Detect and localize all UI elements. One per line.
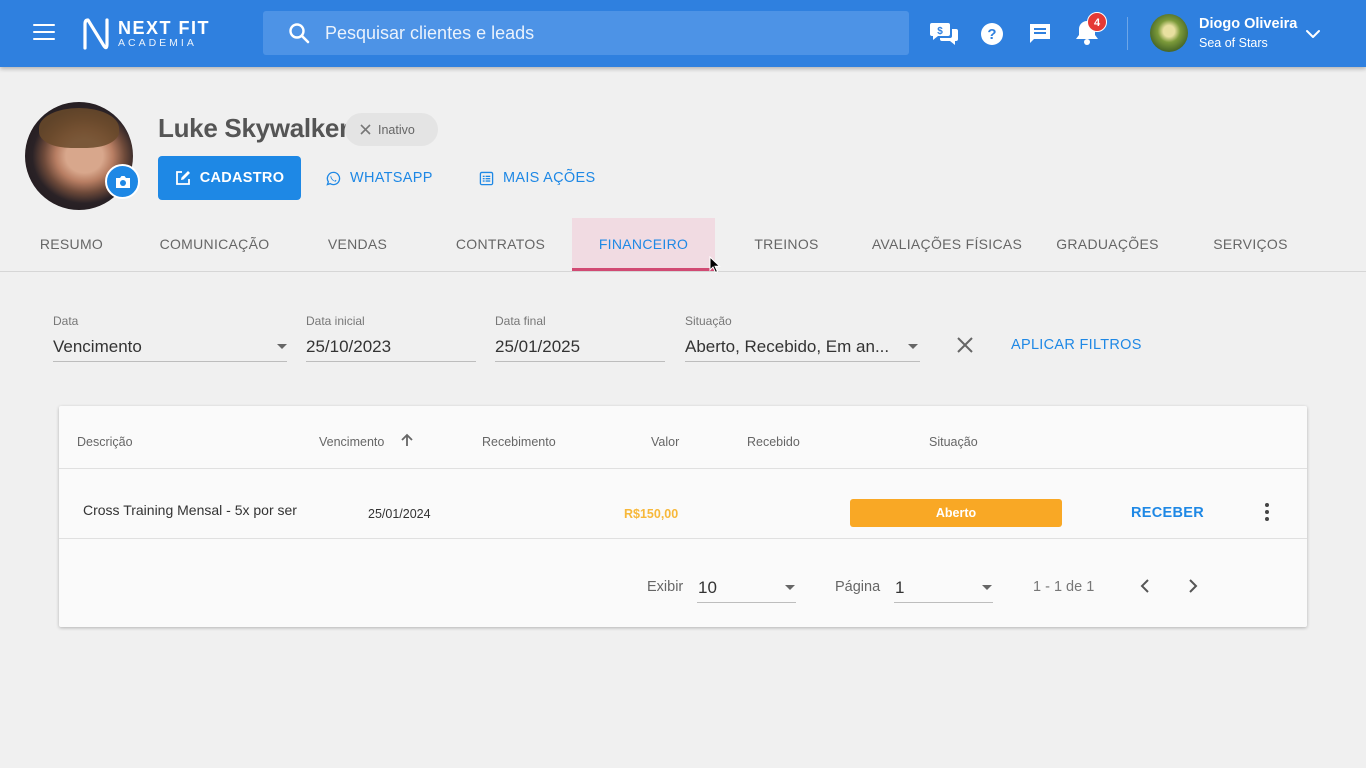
mouse-cursor-icon	[709, 256, 721, 274]
whatsapp-button[interactable]: WHATSAPP	[326, 165, 433, 191]
dropdown-arrow-icon	[908, 344, 918, 349]
filter-underline	[306, 361, 476, 362]
user-avatar[interactable]	[1150, 14, 1188, 52]
whatsapp-label: WHATSAPP	[350, 170, 433, 186]
page-size-value: 10	[698, 578, 717, 597]
column-header-situacao[interactable]: Situação	[929, 435, 978, 449]
chevron-down-icon[interactable]	[1305, 26, 1321, 42]
column-header-valor[interactable]: Valor	[651, 435, 679, 449]
filter-status-select[interactable]: Aberto, Recebido, Em an...	[685, 337, 895, 357]
page-size-label: Exibir	[647, 579, 684, 595]
page-number-label: Página	[835, 579, 881, 595]
logo-name: NEXT FIT	[118, 18, 210, 38]
filter-start-date-label: Data inicial	[306, 314, 365, 328]
page-range: 1 - 1 de 1	[1033, 579, 1095, 595]
cell-descricao: Cross Training Mensal - 5x por ser	[83, 502, 297, 518]
cell-valor: R$150,00	[624, 507, 679, 521]
page-number-select[interactable]: 1	[894, 573, 993, 603]
sort-ascending-icon[interactable]	[399, 432, 415, 448]
filter-date-type-label: Data	[53, 314, 79, 328]
status-badge: Aberto	[850, 499, 1062, 527]
tab-contratos[interactable]: CONTRATOS	[429, 218, 572, 271]
filter-underline	[685, 361, 920, 362]
more-actions-label: MAIS AÇÕES	[503, 170, 596, 186]
notification-count-badge: 4	[1087, 12, 1107, 32]
divider	[1127, 17, 1128, 50]
profile-tabs: RESUMO COMUNICAÇÃO VENDAS CONTRATOS FINA…	[0, 218, 1366, 272]
dropdown-arrow-icon	[982, 585, 992, 590]
svg-text:$: $	[937, 26, 943, 37]
tab-financeiro[interactable]: FINANCEIRO	[572, 218, 715, 271]
change-photo-button[interactable]	[105, 164, 140, 199]
camera-icon	[115, 175, 130, 188]
close-icon	[360, 124, 371, 135]
logo-mark-icon	[83, 18, 109, 50]
tab-avaliacoes-fisicas[interactable]: AVALIAÇÕES FÍSICAS	[858, 218, 1036, 271]
dropdown-arrow-icon	[277, 344, 287, 349]
client-name: Luke Skywalker	[158, 113, 349, 143]
whatsapp-icon	[326, 171, 341, 186]
filter-end-date-label: Data final	[495, 314, 546, 328]
apply-filters-button[interactable]: APLICAR FILTROS	[1011, 337, 1142, 353]
tab-comunicacao[interactable]: COMUNICAÇÃO	[143, 218, 286, 271]
message-icon[interactable]	[1028, 22, 1052, 46]
menu-icon[interactable]	[33, 24, 55, 42]
list-icon	[479, 171, 494, 185]
search-bar[interactable]: Pesquisar clientes e leads	[263, 11, 909, 55]
chevron-left-icon[interactable]	[1135, 576, 1155, 596]
row-divider	[59, 538, 1307, 539]
active-tab-indicator	[572, 268, 715, 271]
filter-start-date-input[interactable]: 25/10/2023	[306, 337, 476, 357]
cadastro-button[interactable]: CADASTRO	[158, 156, 301, 200]
status-label: Inativo	[378, 122, 415, 137]
column-header-vencimento[interactable]: Vencimento	[319, 435, 384, 449]
column-header-recebido[interactable]: Recebido	[747, 435, 800, 449]
more-actions-button[interactable]: MAIS AÇÕES	[479, 165, 595, 191]
receive-button[interactable]: RECEBER	[1131, 505, 1204, 521]
user-name: Diogo Oliveira	[1199, 16, 1298, 32]
search-icon	[289, 23, 310, 44]
filter-underline	[495, 361, 665, 362]
help-icon[interactable]: ?	[980, 22, 1004, 46]
clear-filters-icon[interactable]	[955, 335, 975, 355]
svg-text:?: ?	[987, 26, 996, 43]
edit-icon	[175, 171, 190, 185]
tab-servicos[interactable]: SERVIÇOS	[1179, 218, 1322, 271]
tab-graduacoes[interactable]: GRADUAÇÕES	[1036, 218, 1179, 271]
logo-text: NEXT FIT ACADEMIA	[118, 19, 210, 49]
cadastro-label: CADASTRO	[199, 170, 285, 186]
logo-subtitle: ACADEMIA	[118, 37, 197, 49]
top-app-bar: NEXT FIT ACADEMIA Pesquisar clientes e l…	[0, 0, 1366, 67]
search-input[interactable]: Pesquisar clientes e leads	[325, 23, 534, 44]
financial-chat-icon[interactable]: $	[930, 20, 960, 46]
column-header-recebimento[interactable]: Recebimento	[482, 435, 556, 449]
app-logo[interactable]: NEXT FIT ACADEMIA	[82, 17, 210, 51]
page-number-value: 1	[895, 578, 905, 597]
more-vert-icon[interactable]	[1257, 501, 1277, 523]
filter-underline	[53, 361, 287, 362]
cell-vencimento: 25/01/2024	[368, 507, 431, 521]
filter-date-type-select[interactable]: Vencimento	[53, 337, 263, 357]
tab-treinos[interactable]: TREINOS	[715, 218, 858, 271]
dropdown-arrow-icon	[785, 585, 795, 590]
column-header-descricao[interactable]: Descrição	[77, 435, 133, 449]
tab-vendas[interactable]: VENDAS	[286, 218, 429, 271]
header-divider	[59, 468, 1307, 469]
user-organization: Sea of Stars	[1199, 36, 1268, 50]
chevron-right-icon[interactable]	[1183, 576, 1203, 596]
status-chip: Inativo	[345, 113, 438, 146]
filter-status-label: Situação	[685, 314, 732, 328]
page-size-select[interactable]: 10	[697, 573, 796, 603]
tab-resumo[interactable]: RESUMO	[0, 218, 143, 271]
filter-end-date-input[interactable]: 25/01/2025	[495, 337, 665, 357]
